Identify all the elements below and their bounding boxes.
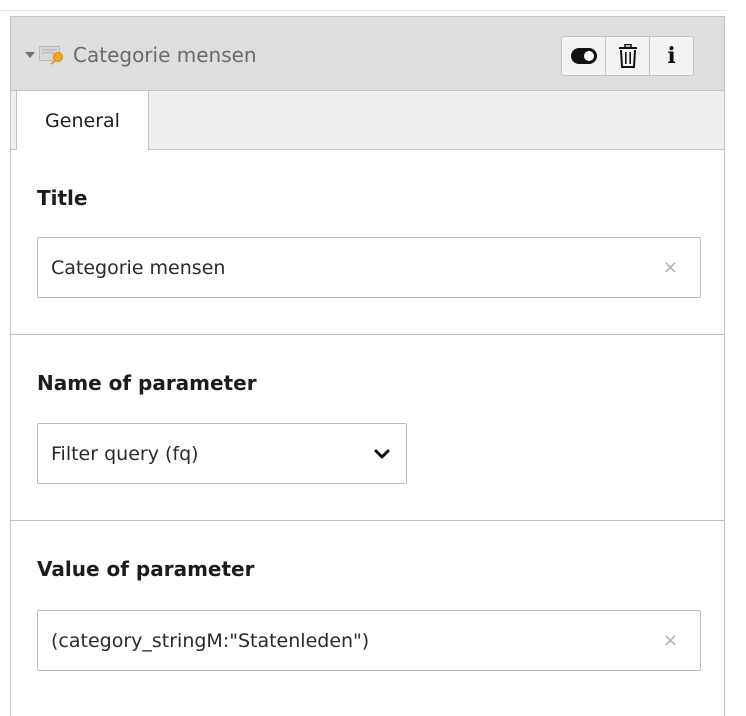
delete-button[interactable] <box>605 36 650 76</box>
clear-icon[interactable]: × <box>663 256 678 280</box>
title-label: Title <box>37 186 88 210</box>
parameter-value-input[interactable]: (category_stringM:"Statenleden") × <box>37 610 701 671</box>
record-title: Categorie mensen <box>73 43 257 67</box>
record-header[interactable]: Categorie mensen i <box>11 17 724 91</box>
parameter-value-input-value: (category_stringM:"Statenleden") <box>51 630 370 652</box>
trash-icon <box>618 44 637 68</box>
inline-record-panel: Categorie mensen i General Title Categor… <box>10 16 725 716</box>
parameter-value-section: Value of parameter (category_stringM:"St… <box>11 521 724 711</box>
clear-icon[interactable]: × <box>663 629 678 653</box>
collapse-toggle-icon[interactable] <box>25 52 35 58</box>
info-icon: i <box>667 43 676 69</box>
parameter-name-selected: Filter query (fq) <box>51 443 199 465</box>
chevron-down-icon <box>374 449 390 459</box>
info-button[interactable]: i <box>649 36 694 76</box>
title-input[interactable]: Categorie mensen × <box>37 237 701 298</box>
parameter-name-label: Name of parameter <box>37 371 257 395</box>
tab-bar: General <box>11 91 724 150</box>
title-input-value: Categorie mensen <box>51 257 226 279</box>
title-section: Title Categorie mensen × <box>11 150 724 334</box>
record-type-icon <box>39 46 63 65</box>
toggle-visibility-button[interactable] <box>561 36 606 76</box>
toggle-icon <box>570 48 597 64</box>
parameter-name-section: Name of parameter Filter query (fq) <box>11 335 724 520</box>
top-rule <box>0 10 727 11</box>
parameter-name-select[interactable]: Filter query (fq) <box>37 423 407 484</box>
tab-general[interactable]: General <box>16 91 149 150</box>
parameter-value-label: Value of parameter <box>37 557 255 581</box>
record-actions: i <box>561 36 694 76</box>
